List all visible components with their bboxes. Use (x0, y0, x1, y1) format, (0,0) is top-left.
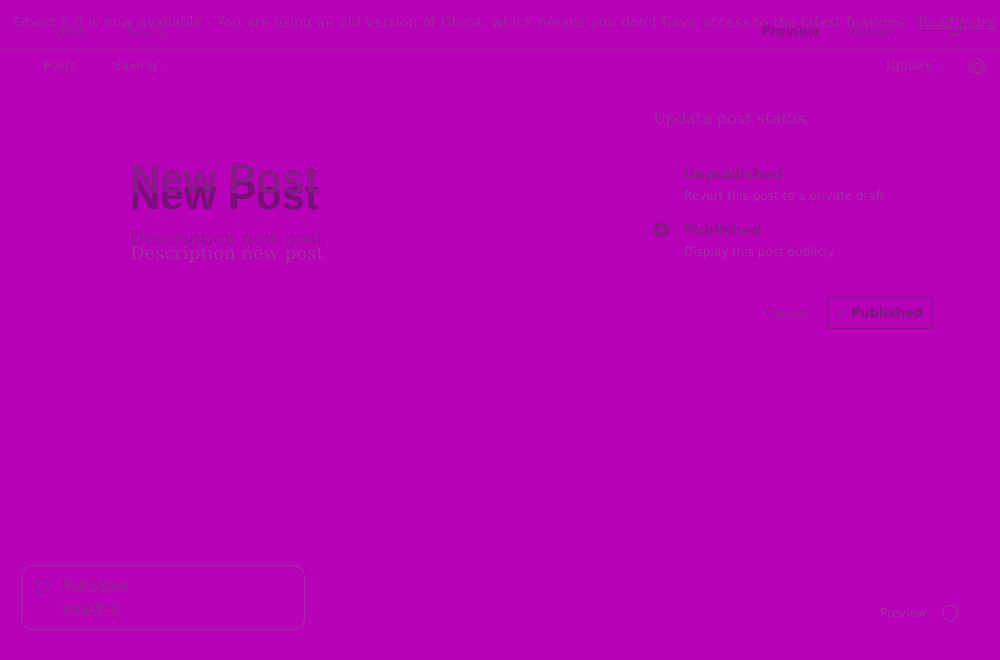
confirm-label: Published (850, 305, 924, 321)
panel-title: Update post status (654, 109, 806, 128)
chevron-down-icon: ⌄ (937, 60, 947, 73)
post-title-input[interactable]: New Post (130, 155, 319, 203)
check-circle-icon (35, 579, 49, 593)
option-published[interactable]: Published Display this post publicly (684, 223, 834, 259)
preview-button[interactable]: Preview (761, 25, 820, 40)
published-radio[interactable] (654, 223, 668, 237)
publish-menu-button[interactable]: Publish (850, 25, 893, 39)
option-label: Published (684, 223, 762, 239)
option-unpublished[interactable]: Unpublished Revert this post to a privat… (684, 167, 884, 203)
post-description-input[interactable]: Description new post (130, 228, 324, 249)
posts-back-link[interactable]: Posts (43, 59, 77, 74)
update-label: Update (886, 59, 934, 74)
published-toast: Published View Post (21, 565, 305, 630)
option-label: Unpublished (684, 167, 783, 183)
published-confirm-button[interactable]: ✓ Published (827, 297, 933, 329)
cancel-button[interactable]: Cancel (766, 306, 807, 320)
ghost-status: Saving... (127, 25, 180, 39)
editor-topbar: Posts Saving... Update ⌄ (0, 50, 1000, 86)
help-label[interactable]: Preview (880, 606, 927, 620)
save-status: Saving... (113, 59, 170, 74)
settings-gear-icon[interactable] (967, 56, 987, 76)
option-description: Display this post publicly (684, 245, 835, 259)
ghost-back-link: Posts (58, 25, 90, 39)
update-notice-banner: Ghost 5.0 is now available - You are usi… (0, 0, 1000, 50)
chevron-down-icon[interactable]: ⌄ (971, 19, 980, 32)
toast-title: Published (62, 578, 130, 594)
view-post-link[interactable]: View Post (62, 601, 119, 615)
option-description: Revert this post to a private draft (684, 189, 885, 203)
help-icon[interactable] (942, 605, 958, 621)
check-icon: ✓ (836, 306, 847, 320)
sidebar-toggle-icon[interactable] (946, 18, 961, 33)
update-dropdown-button[interactable]: Update ⌄ (886, 59, 946, 74)
